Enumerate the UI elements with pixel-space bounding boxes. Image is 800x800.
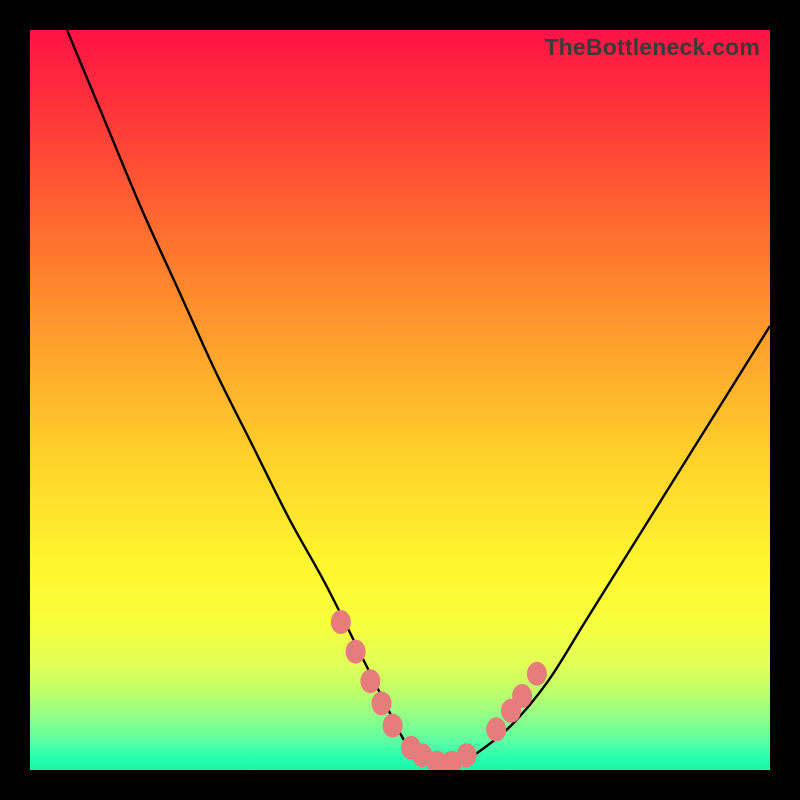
curve-marker bbox=[512, 684, 532, 708]
curve-marker bbox=[383, 714, 403, 738]
curve-marker bbox=[331, 610, 351, 634]
curve-marker bbox=[360, 669, 380, 693]
chart-svg bbox=[30, 30, 770, 770]
curve-marker bbox=[527, 662, 547, 686]
curve-group bbox=[67, 30, 770, 764]
watermark-text: TheBottleneck.com bbox=[544, 34, 760, 61]
bottleneck-curve bbox=[67, 30, 770, 764]
curve-marker bbox=[346, 640, 366, 664]
chart-frame: TheBottleneck.com bbox=[0, 0, 800, 800]
plot-area: TheBottleneck.com bbox=[30, 30, 770, 770]
marker-group bbox=[331, 610, 547, 770]
curve-marker bbox=[486, 717, 506, 741]
curve-marker bbox=[372, 691, 392, 715]
curve-marker bbox=[457, 743, 477, 767]
